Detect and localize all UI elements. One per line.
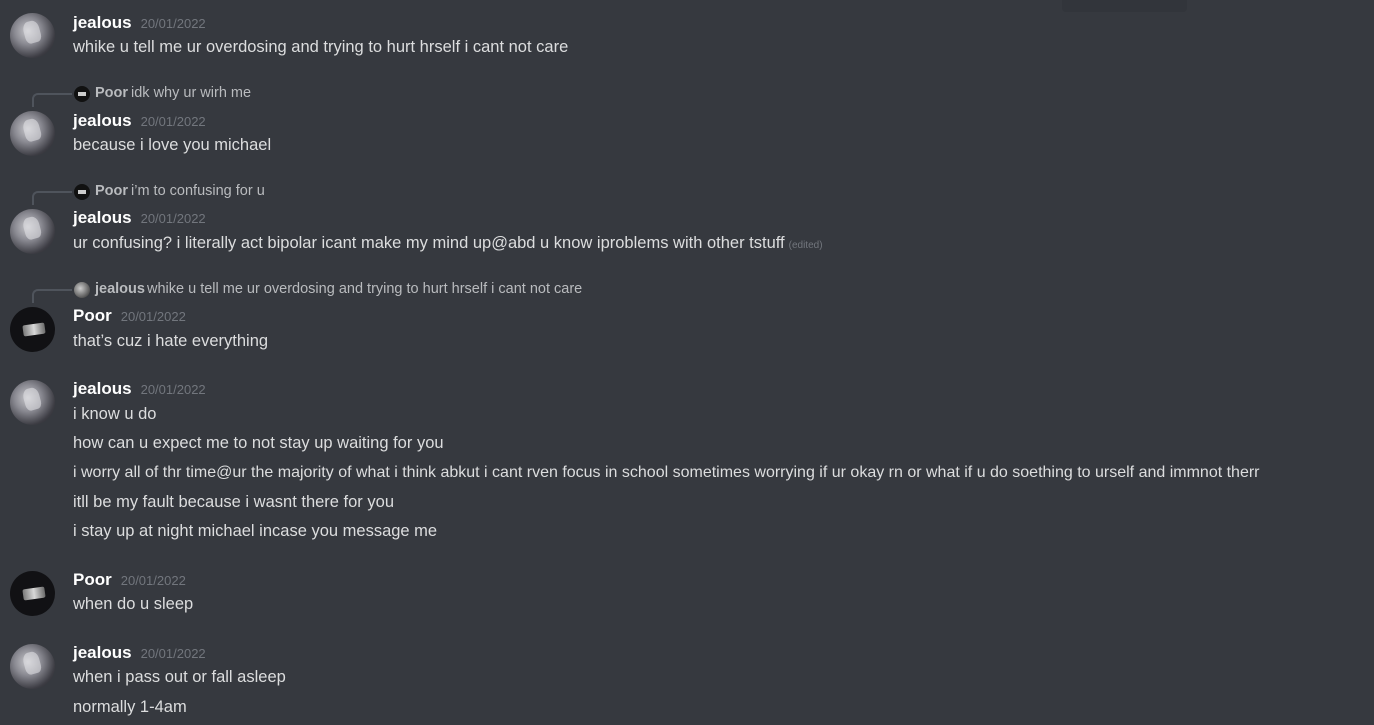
reply-author[interactable]: jealous (95, 281, 145, 297)
message-header: jealous 20/01/2022 (73, 111, 206, 131)
message-text: i know u do (73, 405, 157, 423)
message-text: i worry all of thr time@ur the majority … (73, 464, 1260, 481)
reply-spine (32, 289, 72, 303)
message-header: jealous 20/01/2022 (73, 643, 206, 663)
message-content: ur confusing? i literally act bipolar ic… (73, 234, 785, 252)
reply-avatar (74, 282, 90, 298)
timestamp[interactable]: 20/01/2022 (141, 114, 206, 129)
user-avatar[interactable] (10, 307, 55, 352)
user-avatar[interactable] (10, 209, 55, 254)
message-text: normally 1-4am (73, 698, 187, 716)
reply-author[interactable]: Poor (95, 183, 128, 199)
message-header: Poor 20/01/2022 (73, 570, 186, 590)
reply-spine (32, 93, 72, 107)
user-avatar[interactable] (10, 380, 55, 425)
username[interactable]: jealous (73, 13, 132, 33)
reply-avatar (74, 86, 90, 102)
reply-text[interactable]: whike u tell me ur overdosing and trying… (147, 281, 582, 297)
message-text: itll be my fault because i wasnt there f… (73, 493, 394, 511)
message-text: that’s cuz i hate everything (73, 332, 269, 350)
username[interactable]: jealous (73, 643, 132, 663)
message-text: because i love you michael (73, 136, 272, 154)
timestamp[interactable]: 20/01/2022 (121, 573, 186, 588)
reply-reference[interactable]: Poor i’m to confusing for u (30, 183, 1230, 205)
username[interactable]: jealous (73, 379, 132, 399)
username[interactable]: jealous (73, 208, 132, 228)
reply-text[interactable]: i’m to confusing for u (131, 183, 265, 199)
reply-reference[interactable]: jealous whike u tell me ur overdosing an… (30, 281, 1230, 303)
message-text: ur confusing? i literally act bipolar ic… (73, 234, 823, 253)
message-header: jealous 20/01/2022 (73, 13, 206, 33)
user-avatar[interactable] (10, 571, 55, 616)
message-text: how can u expect me to not stay up waiti… (73, 434, 444, 452)
message-header: jealous 20/01/2022 (73, 379, 206, 399)
timestamp[interactable]: 20/01/2022 (141, 211, 206, 226)
username[interactable]: Poor (73, 570, 112, 590)
message-text: when do u sleep (73, 595, 194, 613)
username[interactable]: Poor (73, 306, 112, 326)
message-text: whike u tell me ur overdosing and trying… (73, 38, 569, 56)
timestamp[interactable]: 20/01/2022 (141, 646, 206, 661)
user-avatar[interactable] (10, 644, 55, 689)
message-text: when i pass out or fall asleep (73, 668, 286, 686)
top-bar (1062, 0, 1187, 12)
message-text: i stay up at night michael incase you me… (73, 522, 438, 540)
message-header: Poor 20/01/2022 (73, 306, 186, 326)
timestamp[interactable]: 20/01/2022 (141, 382, 206, 397)
message-header: jealous 20/01/2022 (73, 208, 206, 228)
timestamp[interactable]: 20/01/2022 (141, 16, 206, 31)
reply-reference[interactable]: Poor idk why ur wirh me (30, 85, 1230, 107)
username[interactable]: jealous (73, 111, 132, 131)
reply-spine (32, 191, 72, 205)
timestamp[interactable]: 20/01/2022 (121, 309, 186, 324)
reply-avatar (74, 184, 90, 200)
chat-message-list[interactable]: jealous 20/01/2022 whike u tell me ur ov… (0, 0, 1374, 725)
user-avatar[interactable] (10, 13, 55, 58)
reply-text[interactable]: idk why ur wirh me (131, 85, 251, 101)
user-avatar[interactable] (10, 111, 55, 156)
edited-label: (edited) (788, 240, 823, 251)
reply-author[interactable]: Poor (95, 85, 128, 101)
